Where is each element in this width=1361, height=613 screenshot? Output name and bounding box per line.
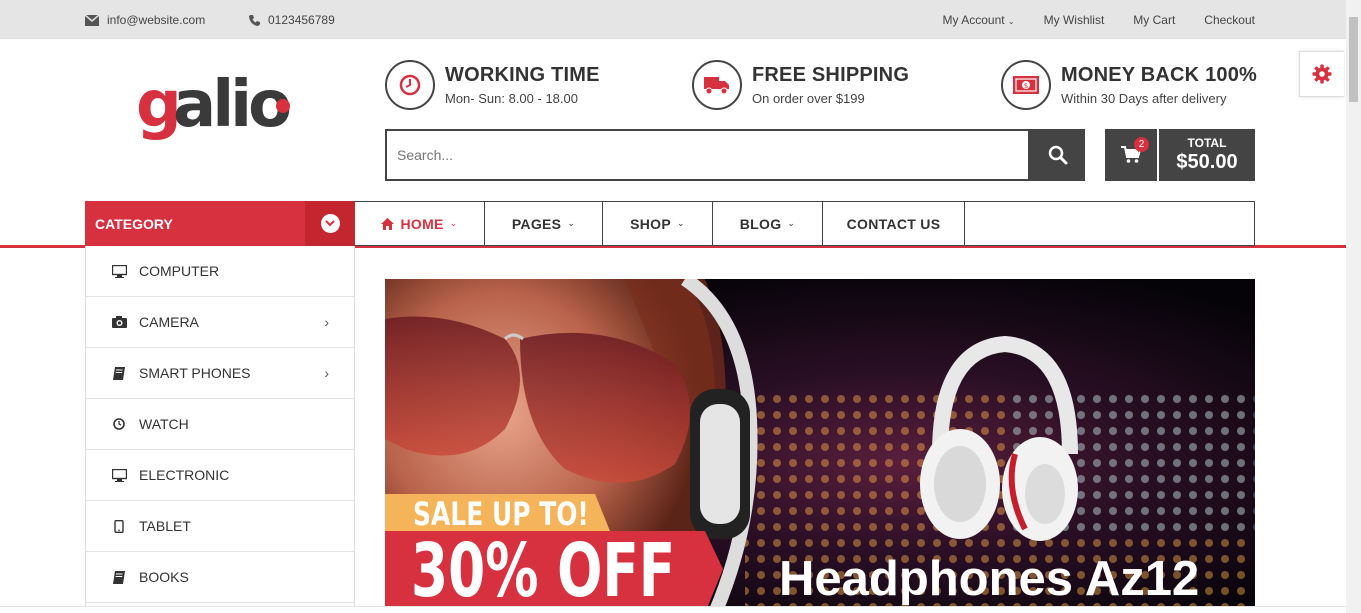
clock-icon <box>385 60 435 110</box>
feature-subtitle: Within 30 Days after delivery <box>1061 91 1227 106</box>
chevron-down-icon: ⌄ <box>567 218 576 228</box>
nav-label: SHOP <box>630 215 672 232</box>
tablet-icon <box>111 519 127 533</box>
product-title: Headphones Az12 <box>779 552 1200 606</box>
feature-title: MONEY BACK 100% <box>1061 64 1258 86</box>
nav-item-blog[interactable]: BLOG ⌄ <box>713 202 823 245</box>
galio-logo-image: g alio <box>136 68 294 142</box>
category-item-electronic[interactable]: ELECTRONIC <box>86 450 354 501</box>
nav-label: HOME <box>400 215 444 232</box>
nav-item-contact[interactable]: CONTACT US <box>823 202 965 245</box>
truck-icon <box>692 60 742 110</box>
page-scrollbar[interactable] <box>1346 0 1361 613</box>
search-input[interactable] <box>387 131 1028 179</box>
site-logo[interactable]: g alio <box>136 68 306 149</box>
chevron-down-icon: ⌄ <box>1007 17 1015 26</box>
search-button[interactable] <box>1030 129 1085 181</box>
category-label: COMPUTER <box>139 263 220 279</box>
home-icon <box>381 217 395 230</box>
category-item-books[interactable]: BOOKS <box>86 552 354 603</box>
category-header[interactable]: CATEGORY <box>85 201 355 246</box>
category-item-computer[interactable]: COMPUTER <box>86 246 354 297</box>
contact-email[interactable]: info@website.com <box>85 13 205 27</box>
settings-button[interactable] <box>1299 51 1344 97</box>
book-icon <box>111 366 127 380</box>
category-title: CATEGORY <box>95 216 173 232</box>
nav-item-home[interactable]: HOME ⌄ <box>355 202 485 245</box>
category-label: SMART PHONES <box>139 365 251 381</box>
nav-label: PAGES <box>511 215 562 232</box>
nav-item-pages[interactable]: PAGES ⌄ <box>485 202 603 245</box>
svg-text:$: $ <box>1024 82 1028 90</box>
envelope-icon <box>85 14 99 26</box>
category-label: WATCH <box>139 416 189 432</box>
category-item-camera[interactable]: CAMERA › <box>86 297 354 348</box>
cart-total[interactable]: TOTAL $50.00 <box>1159 129 1255 181</box>
chevron-down-icon: ⌄ <box>787 218 796 228</box>
category-item-watch[interactable]: WATCH <box>86 399 354 450</box>
main-nav: HOME ⌄ PAGES ⌄ SHOP ⌄ BLOG ⌄ CONTACT US <box>355 201 1255 246</box>
svg-text:g: g <box>136 74 178 142</box>
svg-text:alio: alio <box>173 74 290 142</box>
feature-subtitle: Mon- Sun: 8.00 - 18.00 <box>445 91 578 106</box>
category-item-smart-phones[interactable]: SMART PHONES › <box>86 348 354 399</box>
feature-title: FREE SHIPPING <box>752 64 910 86</box>
chevron-down-icon: ⌄ <box>677 218 685 228</box>
money-icon: $ <box>1001 60 1051 110</box>
nav-label: BLOG <box>739 215 782 232</box>
feature-subtitle: On order over $199 <box>752 91 865 106</box>
nav-item-shop[interactable]: SHOP ⌄ <box>603 202 713 245</box>
cart-button[interactable]: 2 <box>1105 129 1157 181</box>
gear-icon <box>1312 64 1332 84</box>
chevron-right-icon: › <box>324 314 329 330</box>
account-links: My Account ⌄ My Wishlist My Cart Checkou… <box>943 13 1255 27</box>
feature-free-shipping: FREE SHIPPING On order over $199 <box>692 60 909 110</box>
nav-label: CONTACT US <box>846 215 941 232</box>
phone-text: 0123456789 <box>268 13 335 27</box>
category-list: COMPUTER CAMERA › SMART PHONES › WATCH E… <box>85 246 355 613</box>
category-item-tablet[interactable]: TABLET <box>86 501 354 552</box>
chevron-right-icon: › <box>324 365 329 381</box>
clock-icon <box>111 418 127 430</box>
category-label: ELECTRONIC <box>139 467 230 483</box>
category-label: BOOKS <box>139 569 189 585</box>
category-label: TABLET <box>139 518 191 534</box>
search-icon <box>1048 145 1067 165</box>
category-toggle[interactable] <box>305 201 355 246</box>
category-label: CAMERA <box>139 314 199 330</box>
hero-banner[interactable]: SALE UP TO! 30% OFF Headphones Az12 <box>385 279 1255 613</box>
email-text: info@website.com <box>107 13 206 27</box>
cart-count-badge: 2 <box>1134 137 1149 152</box>
total-label: TOTAL <box>1187 136 1227 150</box>
book-icon <box>111 570 127 584</box>
desktop-icon <box>111 468 127 482</box>
feature-title: WORKING TIME <box>445 64 600 86</box>
my-cart-link[interactable]: My Cart <box>1133 13 1175 27</box>
chevron-down-icon: ⌄ <box>449 218 458 228</box>
my-wishlist-link[interactable]: My Wishlist <box>1044 13 1105 27</box>
desktop-icon <box>111 264 127 278</box>
discount-text: 30% OFF <box>411 528 676 613</box>
feature-working-time: WORKING TIME Mon- Sun: 8.00 - 18.00 <box>385 60 600 110</box>
checkout-link[interactable]: Checkout <box>1204 13 1255 27</box>
my-account-link[interactable]: My Account ⌄ <box>943 13 1015 27</box>
total-amount: $50.00 <box>1176 151 1238 173</box>
camera-icon <box>111 316 127 328</box>
top-bar: info@website.com 0123456789 My Account ⌄… <box>0 0 1346 39</box>
scrollbar-thumb[interactable] <box>1349 17 1358 102</box>
bottom-strip <box>0 606 1346 613</box>
phone-icon <box>249 14 260 26</box>
feature-money-back: $ MONEY BACK 100% Within 30 Days after d… <box>1001 60 1257 110</box>
search-box <box>385 129 1030 181</box>
chevron-down-icon <box>320 214 340 233</box>
contact-phone[interactable]: 0123456789 <box>249 13 335 27</box>
